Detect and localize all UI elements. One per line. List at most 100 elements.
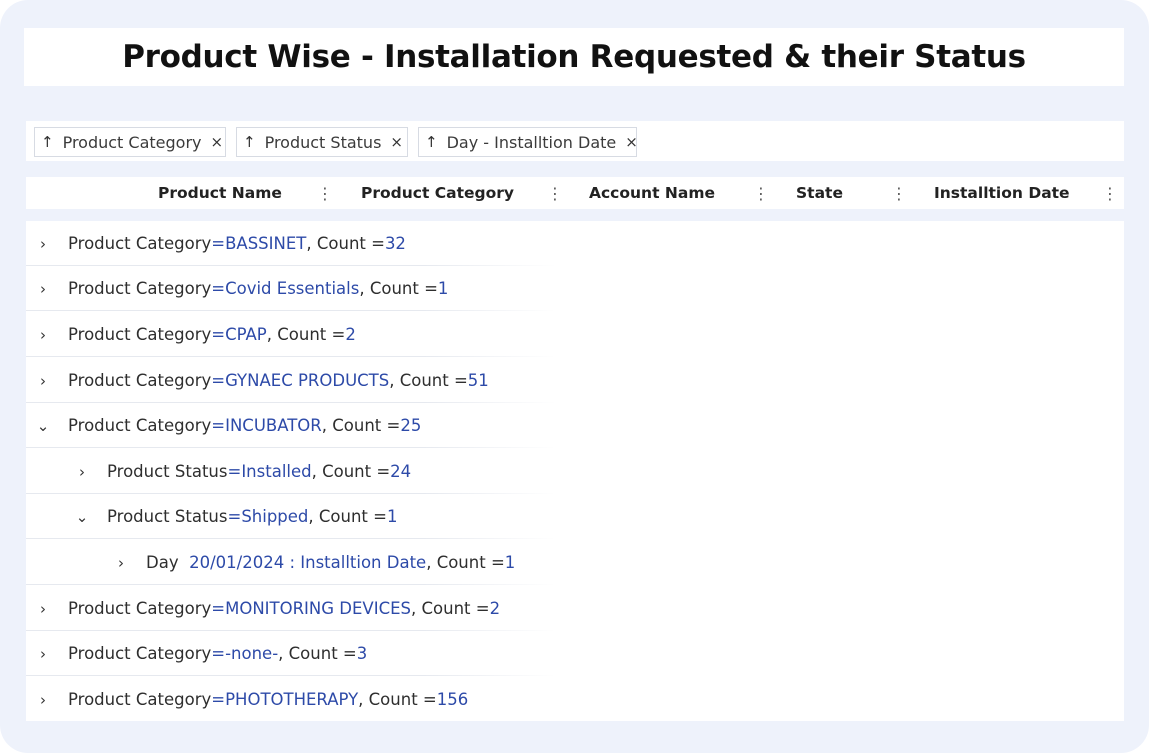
group-value: CPAP — [225, 325, 267, 344]
chevron-right-icon[interactable]: › — [34, 235, 52, 253]
group-equals: = — [227, 462, 242, 481]
group-field: Product Category — [68, 644, 212, 663]
chevron-right-icon[interactable]: › — [34, 280, 52, 298]
row-divider — [26, 675, 556, 676]
group-count-label: , Count = — [308, 507, 387, 526]
group-count-label: , Count = — [306, 234, 385, 253]
subgroup-row-expanded[interactable]: ⌄ Product Status = Shipped, Count = 1 — [26, 494, 1149, 539]
row-divider — [26, 356, 556, 357]
group-field: Product Category — [68, 599, 212, 618]
column-header-product-category[interactable]: Product Category — [361, 177, 514, 209]
column-header-product-name[interactable]: Product Name — [158, 177, 282, 209]
group-row[interactable]: › Product Category = Covid Essentials, C… — [26, 266, 1132, 311]
group-count: 2 — [489, 599, 501, 618]
close-icon[interactable]: × — [390, 133, 403, 151]
row-divider — [26, 584, 556, 585]
column-header-account-name[interactable]: Account Name — [589, 177, 715, 209]
group-row[interactable]: › Product Category = MONITORING DEVICES,… — [26, 586, 1132, 631]
grid-panel: ↑ Product Category × ↑ Product Status × … — [24, 121, 1124, 721]
group-field: Product Category — [68, 234, 212, 253]
group-count-label: , Count = — [266, 325, 346, 344]
group-count: 1 — [386, 507, 398, 526]
group-equals: = — [211, 644, 226, 663]
group-count: 25 — [400, 416, 422, 435]
sort-up-icon: ↑ — [243, 133, 256, 151]
group-chip-installation-date[interactable]: ↑ Day - Installtion Date × — [418, 127, 638, 157]
group-field: Day — [146, 553, 179, 572]
group-chip-product-status[interactable]: ↑ Product Status × — [236, 127, 408, 157]
close-icon[interactable]: × — [211, 133, 224, 151]
chevron-right-icon[interactable]: › — [34, 326, 52, 344]
group-equals: = — [211, 371, 226, 390]
group-value: 20/01/2024 : Installtion Date — [189, 553, 427, 572]
group-chip-label: Day - Installtion Date — [446, 132, 617, 152]
group-count: 32 — [384, 234, 406, 253]
chevron-right-icon[interactable]: › — [73, 463, 91, 481]
sort-up-icon: ↑ — [41, 133, 54, 151]
group-equals — [179, 553, 190, 572]
group-count-label: , Count = — [426, 553, 505, 572]
column-menu-icon[interactable]: ⋮ — [1102, 177, 1118, 209]
group-field: Product Category — [68, 690, 212, 709]
group-equals: = — [211, 234, 226, 253]
group-count: 1 — [437, 279, 449, 298]
group-row[interactable]: › Product Category = PHOTOTHERAPY, Count… — [26, 677, 1132, 722]
group-field: Product Category — [68, 371, 212, 390]
group-count-label: , Count = — [359, 279, 438, 298]
column-header-state[interactable]: State — [796, 177, 843, 209]
subgroup-row[interactable]: › Product Status = Installed, Count = 24 — [26, 449, 1149, 494]
group-equals: = — [211, 690, 226, 709]
group-row[interactable]: › Product Category = GYNAEC PRODUCTS, Co… — [26, 358, 1132, 403]
group-equals: = — [211, 599, 226, 618]
group-value: MONITORING DEVICES — [225, 599, 412, 618]
chevron-down-icon[interactable]: ⌄ — [73, 508, 91, 526]
sort-up-icon: ↑ — [425, 133, 438, 151]
group-count-label: , Count = — [321, 416, 401, 435]
group-field: Product Category — [68, 279, 212, 298]
group-count: 24 — [390, 462, 412, 481]
column-header-installation-date[interactable]: Installtion Date — [934, 177, 1070, 209]
group-value: Covid Essentials — [225, 279, 360, 298]
group-count-label: , Count = — [389, 371, 468, 390]
group-value: GYNAEC PRODUCTS — [225, 371, 390, 390]
chevron-right-icon[interactable]: › — [34, 645, 52, 663]
column-menu-icon[interactable]: ⋮ — [891, 177, 907, 209]
column-menu-icon[interactable]: ⋮ — [317, 177, 333, 209]
column-menu-icon[interactable]: ⋮ — [547, 177, 563, 209]
group-value: PHOTOTHERAPY — [225, 690, 359, 709]
group-chip-product-category[interactable]: ↑ Product Category × — [34, 127, 226, 157]
group-equals: = — [211, 416, 226, 435]
group-count-label: , Count = — [278, 644, 357, 663]
group-equals: = — [227, 507, 242, 526]
chevron-down-icon[interactable]: ⌄ — [34, 417, 52, 435]
group-field: Product Category — [68, 416, 212, 435]
group-chip-label: Product Category — [62, 132, 202, 152]
row-divider — [26, 310, 556, 311]
column-header-row: Product Name ⋮ Product Category ⋮ Accoun… — [26, 177, 1124, 209]
group-count: 2 — [345, 325, 356, 344]
group-count-label: , Count = — [358, 690, 437, 709]
group-equals: = — [211, 279, 226, 298]
chevron-right-icon[interactable]: › — [112, 554, 130, 572]
group-value: BASSINET — [225, 234, 307, 253]
chevron-right-icon[interactable]: › — [34, 372, 52, 390]
date-group-row[interactable]: › Day 20/01/2024 : Installtion Date, Cou… — [26, 540, 1149, 585]
chevron-right-icon[interactable]: › — [34, 600, 52, 618]
page-title: Product Wise - Installation Requested & … — [122, 39, 1026, 75]
column-menu-icon[interactable]: ⋮ — [753, 177, 769, 209]
group-row-expanded[interactable]: ⌄ Product Category = INCUBATOR, Count = … — [26, 403, 1132, 448]
group-field: Product Status — [107, 507, 228, 526]
close-icon[interactable]: × — [625, 133, 638, 151]
group-field: Product Category — [68, 325, 212, 344]
group-count: 51 — [467, 371, 489, 390]
group-row[interactable]: › Product Category = -none-, Count = 3 — [26, 631, 1132, 676]
group-count: 3 — [356, 644, 368, 663]
group-value: -none- — [225, 644, 279, 663]
chevron-right-icon[interactable]: › — [34, 691, 52, 709]
group-value: Shipped — [241, 507, 309, 526]
group-count: 156 — [436, 690, 469, 709]
group-field: Product Status — [107, 462, 228, 481]
group-value: INCUBATOR — [225, 416, 322, 435]
group-row[interactable]: › Product Category = CPAP, Count = 2 — [26, 312, 1132, 357]
group-row[interactable]: › Product Category = BASSINET, Count = 3… — [26, 221, 1132, 266]
